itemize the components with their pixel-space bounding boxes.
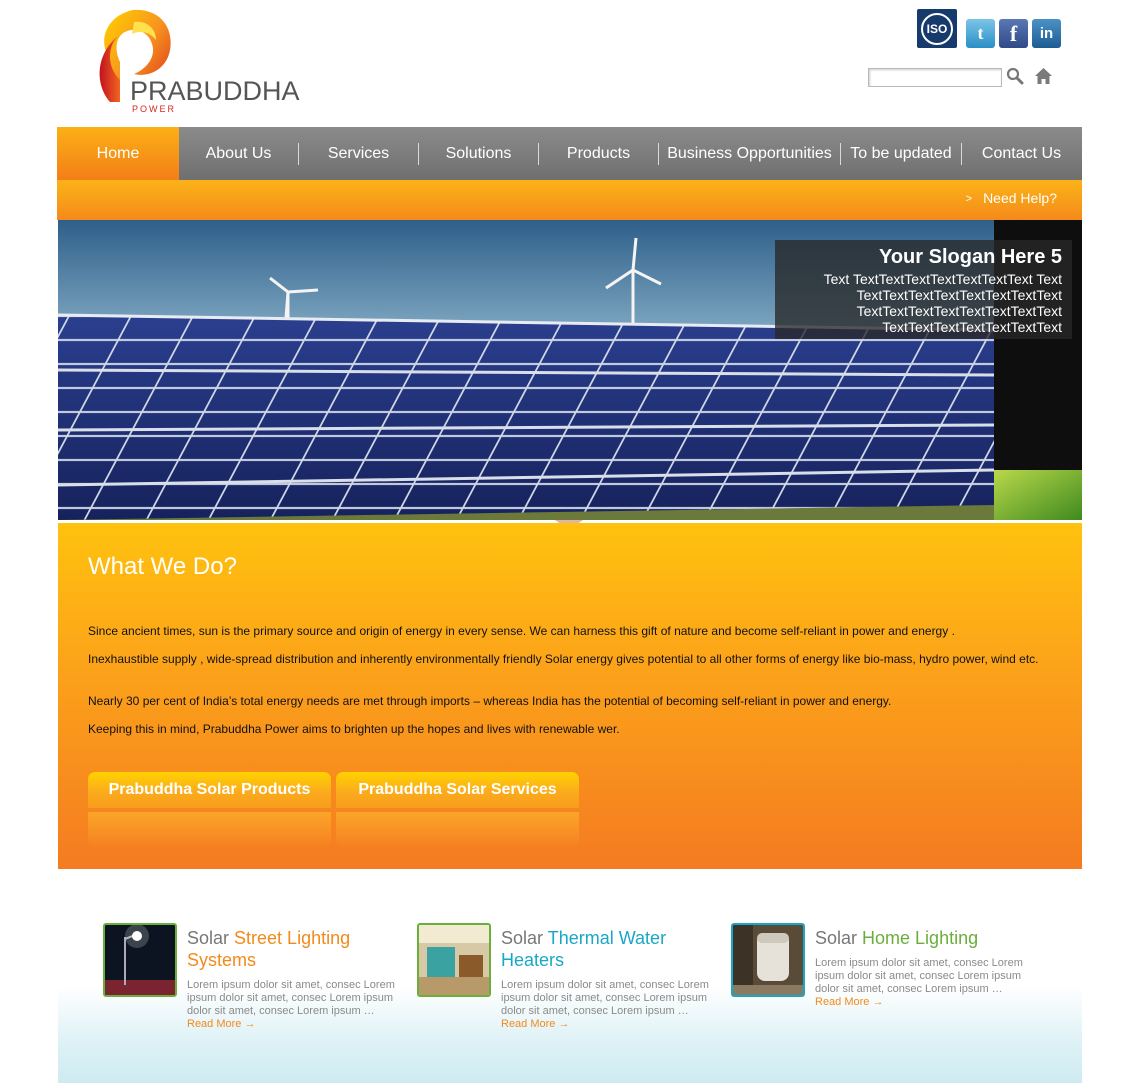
search-input[interactable] xyxy=(868,68,1002,87)
paragraph: Keeping this in mind, Prabuddha Power ai… xyxy=(88,722,620,736)
paragraph: Inexhaustible supply , wide-spread distr… xyxy=(88,652,1039,666)
iso-badge-icon: ISO xyxy=(917,9,957,48)
feature-home-lighting: Solar Home Lighting Lorem ipsum dolor si… xyxy=(731,923,1031,1043)
feature-text: Lorem ipsum dolor sit amet, consec Lorem… xyxy=(501,979,709,1017)
feature-prefix: Solar xyxy=(501,928,548,948)
hero-banner: Your Slogan Here 5 Text TextTextTextText… xyxy=(58,220,1082,520)
nav-label: To be updated xyxy=(850,144,952,162)
paragraph: Since ancient times, sun is the primary … xyxy=(88,624,955,638)
button-reflection xyxy=(336,812,579,846)
slogan-text: Text TextTextTextTextTextTextText Text T… xyxy=(823,271,1062,335)
twitter-letter: t xyxy=(977,23,984,43)
solar-services-button[interactable]: Prabuddha Solar Services xyxy=(336,772,579,808)
what-we-do-section: What We Do? Since ancient times, sun is … xyxy=(58,523,1082,869)
feature-title[interactable]: Solar Home Lighting xyxy=(815,927,1035,949)
solar-products-button[interactable]: Prabuddha Solar Products xyxy=(88,772,331,808)
read-more-link[interactable]: Read More → xyxy=(501,1018,569,1030)
feature-water-heaters: Solar Thermal Water Heaters Lorem ipsum … xyxy=(417,923,717,1043)
features-section: Solar Street Lighting Systems Lorem ipsu… xyxy=(58,869,1082,1083)
feature-street-lighting: Solar Street Lighting Systems Lorem ipsu… xyxy=(103,923,403,1043)
twitter-icon[interactable]: t xyxy=(966,19,995,48)
nav-label: Business Opportunities xyxy=(667,144,832,162)
linkedin-letter: in xyxy=(1039,25,1054,42)
section-title: What We Do? xyxy=(88,553,237,580)
facebook-icon[interactable]: f xyxy=(999,19,1028,48)
iso-label: ISO xyxy=(926,21,948,36)
button-reflection xyxy=(88,812,331,846)
slogan-box: Your Slogan Here 5 Text TextTextTextText… xyxy=(775,240,1072,339)
chevron-right-icon: > xyxy=(965,193,972,205)
nav-label: About Us xyxy=(205,144,272,162)
feature-text: Lorem ipsum dolor sit amet, consec Lorem… xyxy=(815,957,1023,995)
nav-item-products[interactable]: Products xyxy=(539,127,658,180)
feature-prefix: Solar xyxy=(187,928,235,948)
read-more-link[interactable]: Read More → xyxy=(187,1018,255,1030)
home-icon[interactable] xyxy=(1034,67,1053,85)
nav-item-about-us[interactable]: About Us xyxy=(179,127,298,180)
nav-item-solutions[interactable]: Solutions xyxy=(419,127,538,180)
street-light-thumbnail[interactable] xyxy=(103,923,177,997)
logo[interactable]: PRABUDDHA POWER xyxy=(88,6,300,116)
feature-title[interactable]: Solar Street Lighting Systems xyxy=(187,927,407,971)
nav-label: Contact Us xyxy=(981,144,1062,162)
paragraph: Nearly 30 per cent of India’s total ener… xyxy=(88,694,892,708)
sub-bar: > Need Help? xyxy=(57,180,1082,220)
nav-item-contact-us[interactable]: Contact Us xyxy=(962,127,1081,180)
nav-item-to-be-updated[interactable]: To be updated xyxy=(841,127,961,180)
solar-products-cta: Prabuddha Solar Products xyxy=(88,772,331,846)
facebook-letter: f xyxy=(1009,20,1018,46)
nav-item-home[interactable]: Home xyxy=(57,127,179,180)
home-lighting-thumbnail[interactable] xyxy=(731,923,805,997)
nav-label: Home xyxy=(96,144,140,162)
nav-item-business-opportunities[interactable]: Business Opportunities xyxy=(659,127,840,180)
feature-highlight: Home Lighting xyxy=(862,928,979,948)
feature-text: Lorem ipsum dolor sit amet, consec Lorem… xyxy=(187,979,395,1017)
feature-prefix: Solar xyxy=(815,928,863,948)
linkedin-icon[interactable]: in xyxy=(1032,19,1061,48)
main-nav: Home About Us Services Solutions Product… xyxy=(57,127,1082,180)
nav-label: Services xyxy=(327,144,390,162)
read-more-link[interactable]: Read More → xyxy=(815,996,883,1008)
logo-subtitle: POWER xyxy=(132,104,177,114)
need-help-link[interactable]: Need Help? xyxy=(983,190,1057,206)
slogan-title: Your Slogan Here 5 xyxy=(878,246,1062,268)
solar-services-cta: Prabuddha Solar Services xyxy=(336,772,579,846)
search-icon[interactable] xyxy=(1006,67,1024,85)
water-heater-thumbnail[interactable] xyxy=(417,923,491,997)
nav-label: Products xyxy=(566,144,631,162)
logo-wordmark: PRABUDDHA xyxy=(130,76,300,106)
nav-item-services[interactable]: Services xyxy=(299,127,418,180)
nav-label: Solutions xyxy=(445,144,512,162)
feature-title[interactable]: Solar Thermal Water Heaters xyxy=(501,927,721,971)
